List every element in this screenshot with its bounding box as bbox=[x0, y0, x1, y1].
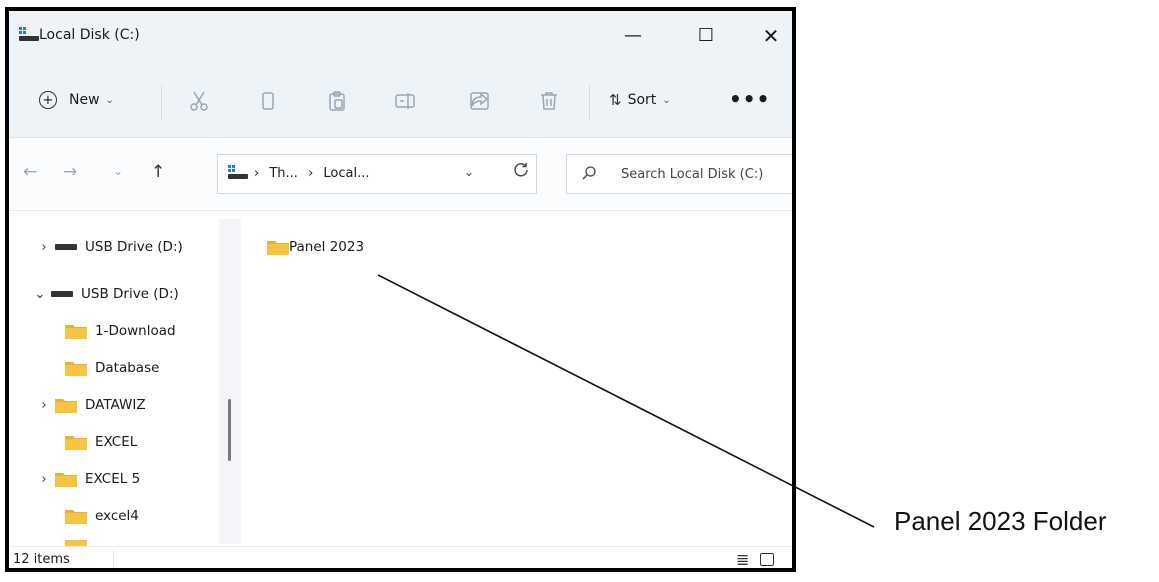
callout-label: Panel 2023 Folder bbox=[894, 506, 1107, 536]
callout-leader-line bbox=[377, 274, 875, 528]
